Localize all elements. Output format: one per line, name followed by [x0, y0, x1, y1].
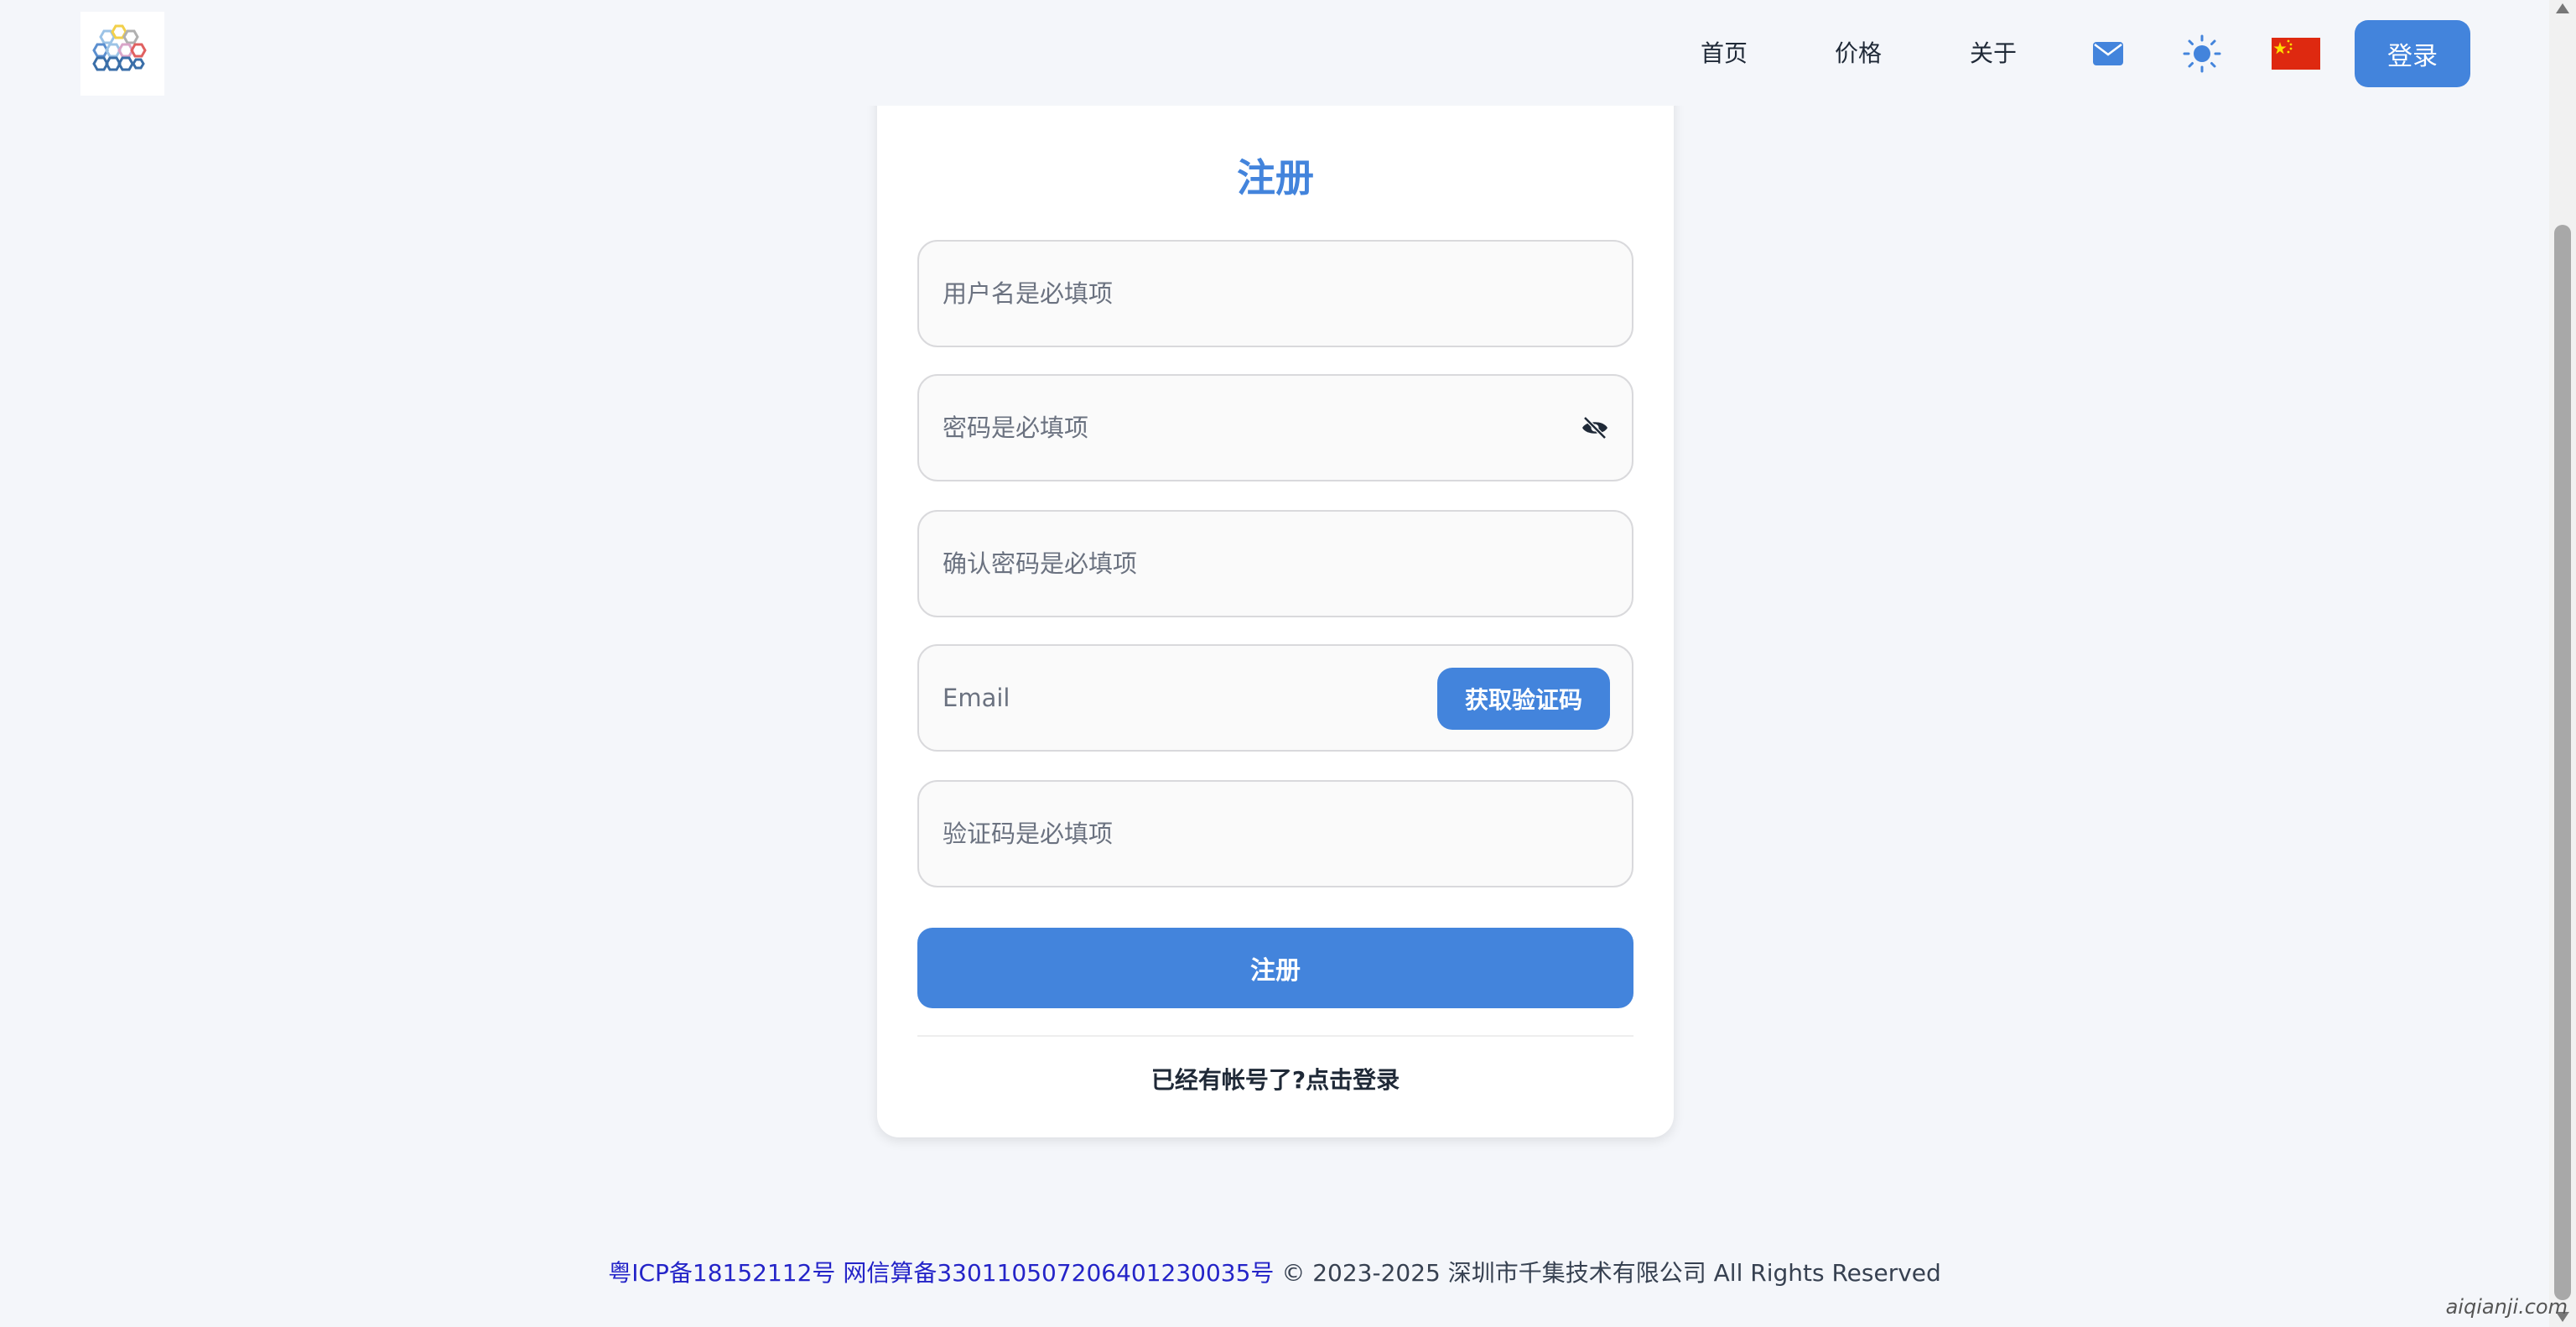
- username-field: [917, 240, 1633, 347]
- language-switch-button[interactable]: [2271, 37, 2321, 70]
- register-title: 注册: [1237, 155, 1314, 200]
- site-logo[interactable]: [80, 12, 164, 96]
- page-footer: 粤ICP备18152112号 网信算备330110507206401230035…: [0, 1255, 2549, 1288]
- confirm-password-field: [917, 510, 1633, 617]
- scrollbar-thumb[interactable]: [2554, 225, 2571, 1300]
- watermark-text: aiqianji.com: [2445, 1295, 2568, 1319]
- scroll-up-arrow-icon[interactable]: [2556, 3, 2569, 13]
- nav-about-link[interactable]: 关于: [1970, 34, 2017, 74]
- register-card: 注册 获取验证码 注册 已经有帐号了?点击登录: [877, 84, 1674, 1137]
- top-navbar: 首页 价格 关于 登录: [0, 0, 2549, 106]
- get-code-button[interactable]: 获取验证码: [1437, 668, 1610, 730]
- mail-icon: [2093, 42, 2123, 65]
- nav-home-link[interactable]: 首页: [1701, 34, 1748, 74]
- mail-button[interactable]: [2091, 37, 2125, 70]
- verification-code-field: [917, 780, 1633, 887]
- china-flag-icon: [2272, 38, 2320, 70]
- register-submit-button[interactable]: 注册: [917, 928, 1633, 1008]
- theme-toggle-button[interactable]: [2182, 34, 2222, 74]
- password-input[interactable]: [919, 376, 1632, 480]
- divider: [917, 1035, 1633, 1037]
- eye-off-icon: [1582, 416, 1607, 440]
- algorithm-record-link[interactable]: 网信算备330110507206401230035号: [843, 1259, 1274, 1287]
- username-input[interactable]: [919, 242, 1632, 346]
- go-login-link[interactable]: 已经有帐号了?点击登录: [877, 1062, 1674, 1095]
- hexagon-cluster-logo-icon: [92, 24, 147, 71]
- vertical-scrollbar[interactable]: [2549, 0, 2576, 1327]
- sun-icon: [2183, 34, 2221, 73]
- toggle-password-visibility-button[interactable]: [1578, 411, 1612, 445]
- password-field: [917, 374, 1633, 481]
- nav-price-link[interactable]: 价格: [1835, 34, 1882, 74]
- header-login-button[interactable]: 登录: [2355, 20, 2470, 87]
- icp-link[interactable]: 粤ICP备18152112号: [608, 1259, 835, 1287]
- confirm-password-input[interactable]: [919, 512, 1632, 616]
- copyright-text: © 2023-2025 深圳市千集技术有限公司 All Rights Reser…: [1281, 1259, 1941, 1287]
- verification-code-input[interactable]: [919, 782, 1632, 886]
- email-field: 获取验证码: [917, 644, 1633, 752]
